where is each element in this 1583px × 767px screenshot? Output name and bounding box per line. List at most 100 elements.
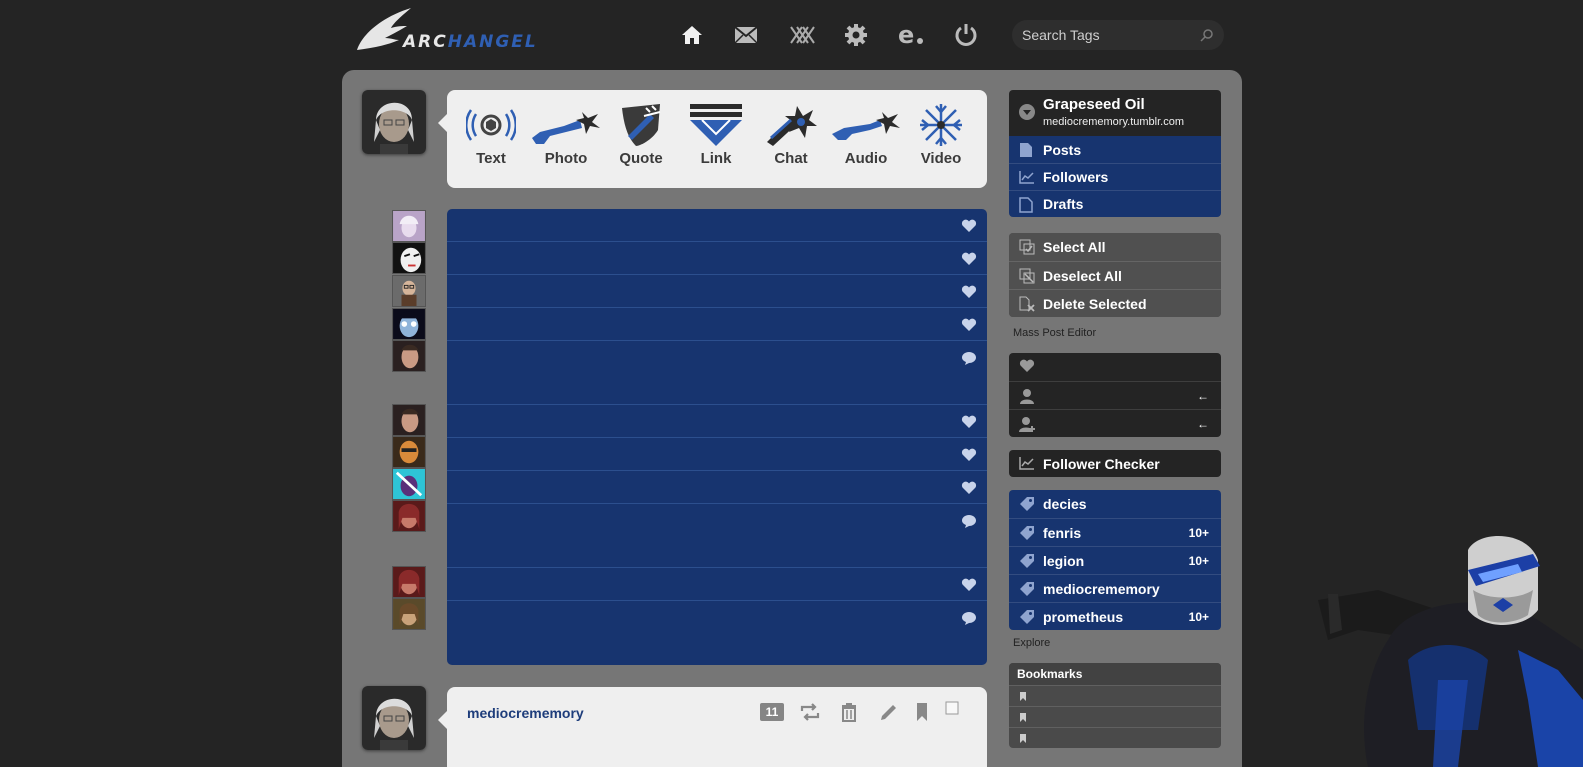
activity-row[interactable] [447, 601, 987, 665]
tag-badge: 10+ [1188, 525, 1209, 540]
activity-avatar[interactable] [392, 436, 426, 468]
search-input[interactable] [1022, 26, 1192, 44]
menu-label: Followers [1043, 169, 1109, 185]
mail-icon[interactable] [731, 20, 761, 50]
menu-drafts[interactable]: Drafts [1009, 190, 1221, 217]
search-icon[interactable] [1200, 28, 1214, 42]
activity-avatar[interactable] [392, 404, 426, 436]
blog-header[interactable]: Grapeseed Oil mediocrememory.tumblr.com [1009, 90, 1221, 136]
logo-part1: ARC [403, 32, 448, 52]
activity-avatar[interactable] [392, 308, 426, 340]
deselect-all-icon [1019, 268, 1035, 284]
heart-icon [1019, 359, 1035, 372]
search-box[interactable] [1012, 20, 1224, 50]
post-type-photo[interactable]: Photo [530, 102, 602, 182]
delete-selected-button[interactable]: Delete Selected [1009, 289, 1221, 317]
mass-post-editor-caption: Mass Post Editor [1013, 327, 1097, 339]
bookmark-item[interactable] [1009, 685, 1221, 706]
chevron-down-icon[interactable] [1019, 104, 1035, 120]
edit-icon[interactable] [879, 702, 899, 722]
follower-checker-button[interactable]: Follower Checker [1009, 450, 1221, 477]
text-icon [466, 109, 516, 141]
tag-item[interactable]: fenris 10+ [1009, 518, 1221, 546]
svg-text:e: e [898, 23, 914, 47]
home-icon[interactable] [677, 20, 707, 50]
activity-row[interactable] [447, 209, 987, 242]
delete-icon[interactable] [840, 702, 858, 722]
menu-posts[interactable]: Posts [1009, 136, 1221, 163]
activity-avatar[interactable] [392, 566, 426, 598]
select-checkbox[interactable] [945, 701, 959, 715]
activity-row[interactable] [447, 341, 987, 405]
likes-row[interactable] [1009, 353, 1221, 381]
activity-row[interactable] [447, 504, 987, 568]
activity-row[interactable] [447, 568, 987, 601]
activity-avatar[interactable] [392, 275, 426, 307]
logo-part2: HANGEL [447, 32, 538, 52]
explore-caption[interactable]: Explore [1013, 637, 1050, 649]
activity-row[interactable] [447, 275, 987, 308]
post-type-chat[interactable]: Chat [755, 102, 827, 182]
reply-icon [962, 612, 976, 625]
tag-icon [1020, 554, 1034, 568]
logo-text: ARCHANGEL [403, 32, 538, 52]
following-row[interactable]: ← [1009, 381, 1221, 409]
activity-avatar[interactable] [392, 598, 426, 630]
tag-badge: 10+ [1188, 609, 1209, 624]
heart-icon [961, 415, 977, 428]
post-type-label: Link [700, 150, 732, 167]
bookmark-item[interactable] [1009, 706, 1221, 727]
activity-avatar[interactable] [392, 210, 426, 242]
menu-label: Drafts [1043, 196, 1084, 212]
xkit-icon[interactable] [787, 20, 817, 50]
activity-avatar[interactable] [392, 500, 426, 532]
post-type-quote[interactable]: Quote [605, 102, 677, 182]
person-icon [1020, 389, 1034, 404]
select-all-button[interactable]: Select All [1009, 233, 1221, 261]
activity-feed [447, 209, 987, 665]
tag-item[interactable]: prometheus 10+ [1009, 602, 1221, 630]
post-avatar[interactable] [362, 686, 426, 750]
notifications-panel: ← ← [1009, 353, 1221, 437]
activity-row[interactable] [447, 405, 987, 438]
arrow-icon: ← [1197, 388, 1209, 403]
reblog-icon[interactable] [799, 702, 821, 722]
user-avatar[interactable] [362, 90, 426, 154]
tag-icon [1020, 497, 1034, 511]
gear-icon[interactable] [841, 20, 871, 50]
activity-avatar[interactable] [392, 468, 426, 500]
archangel-logo[interactable]: ARCHANGEL [355, 6, 555, 56]
menu-followers[interactable]: Followers [1009, 163, 1221, 190]
audio-icon [832, 112, 900, 140]
activity-row[interactable] [447, 438, 987, 471]
activity-avatar[interactable] [392, 340, 426, 372]
activity-row[interactable] [447, 242, 987, 275]
activity-avatar[interactable] [392, 242, 426, 274]
e-icon[interactable]: e [896, 20, 926, 50]
follower-checker[interactable]: Follower Checker [1009, 450, 1221, 477]
tag-item[interactable]: legion 10+ [1009, 546, 1221, 574]
post-username[interactable]: mediocrememory [467, 705, 584, 721]
post-type-text[interactable]: Text [455, 102, 527, 182]
tag-badge: 10+ [1188, 553, 1209, 568]
follower-checker-label: Follower Checker [1043, 455, 1160, 472]
notes-count[interactable]: 11 [760, 703, 784, 721]
tag-label: decies [1043, 496, 1087, 512]
blog-title: Grapeseed Oil [1043, 96, 1145, 113]
reply-icon [962, 352, 976, 365]
tag-item[interactable]: mediocrememory [1009, 574, 1221, 602]
post-type-link[interactable]: Link [680, 102, 752, 182]
bookmark-item[interactable] [1009, 727, 1221, 748]
blog-url[interactable]: mediocrememory.tumblr.com [1043, 116, 1184, 128]
post-type-audio[interactable]: Audio [830, 102, 902, 182]
new-follower-row[interactable]: ← [1009, 409, 1221, 437]
tag-item[interactable]: decies [1009, 490, 1221, 518]
tracked-tags: decies fenris 10+ legion 10+ mediocrememor… [1009, 490, 1221, 630]
post-type-video[interactable]: Video [905, 102, 977, 182]
tag-label: fenris [1043, 524, 1082, 541]
deselect-all-button[interactable]: Deselect All [1009, 261, 1221, 289]
activity-row[interactable] [447, 471, 987, 504]
activity-row[interactable] [447, 308, 987, 341]
power-icon[interactable] [951, 20, 981, 50]
bookmark-icon[interactable] [916, 702, 928, 722]
